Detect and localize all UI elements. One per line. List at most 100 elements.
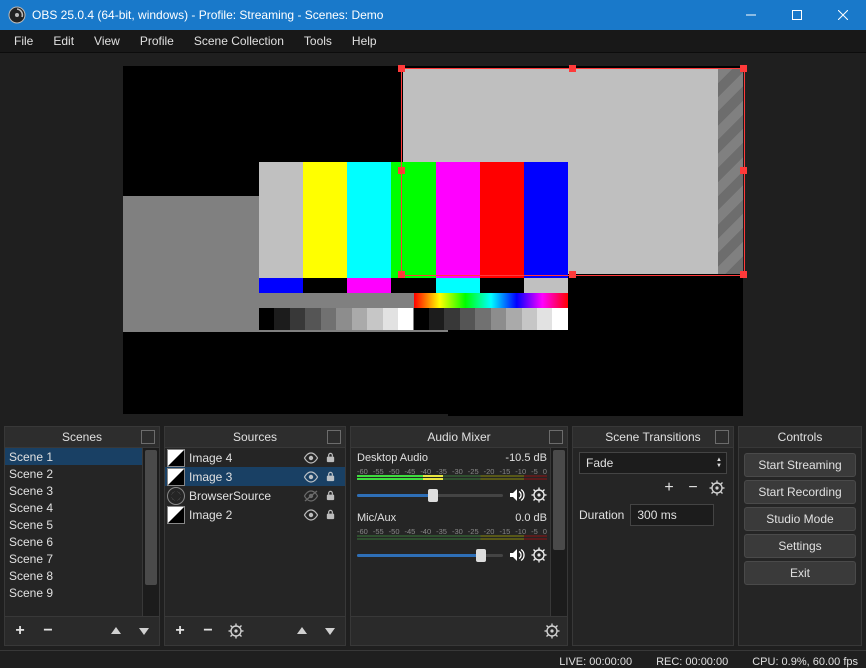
scenes-title: Scenes: [62, 430, 102, 444]
transition-duration-value: 300 ms: [637, 508, 676, 522]
menu-scene-collection[interactable]: Scene Collection: [184, 31, 294, 51]
source-visibility-toggle[interactable]: [303, 471, 321, 483]
mixer-channel: Mic/Aux 0.0 dB -60-55-50-45-40-35-30-25-…: [351, 508, 567, 568]
scene-item[interactable]: Scene 7: [5, 550, 159, 567]
source-add-button[interactable]: +: [171, 622, 189, 640]
exit-button[interactable]: Exit: [744, 561, 856, 585]
transition-add-button[interactable]: +: [659, 478, 679, 498]
transitions-body: Fade ▲▼ + − Duration 300 ms: [573, 448, 733, 645]
source-name: Image 2: [189, 508, 299, 522]
scenes-header[interactable]: Scenes: [5, 427, 159, 448]
image-icon: [167, 449, 185, 467]
menu-file[interactable]: File: [4, 31, 43, 51]
mixer-title: Audio Mixer: [427, 430, 490, 444]
scene-item[interactable]: Scene 3: [5, 482, 159, 499]
source-name: BrowserSource: [189, 489, 299, 503]
popout-icon[interactable]: [549, 430, 563, 444]
sources-toolbar: + −: [165, 616, 345, 645]
source-move-up-button[interactable]: [293, 622, 311, 640]
source-lock-toggle[interactable]: [325, 509, 343, 520]
source-visibility-toggle[interactable]: [303, 452, 321, 464]
scenes-toolbar: + −: [5, 616, 159, 645]
transition-select[interactable]: Fade ▲▼: [579, 452, 727, 474]
source-move-down-button[interactable]: [321, 622, 339, 640]
source-name: Image 4: [189, 451, 299, 465]
channel-settings-button[interactable]: [531, 547, 547, 563]
panels: Scenes Scene 1Scene 2Scene 3Scene 4Scene…: [0, 426, 866, 650]
mixer-settings-button[interactable]: [543, 622, 561, 640]
scene-item[interactable]: Scene 2: [5, 465, 159, 482]
studio-mode-button[interactable]: Studio Mode: [744, 507, 856, 531]
mute-button[interactable]: [509, 488, 525, 502]
mixer-toolbar: [351, 616, 567, 645]
controls-body: Start Streaming Start Recording Studio M…: [739, 448, 861, 645]
controls-header[interactable]: Controls: [739, 427, 861, 448]
scene-item[interactable]: Scene 1: [5, 448, 159, 465]
controls-panel: Controls Start Streaming Start Recording…: [738, 426, 862, 646]
scene-add-button[interactable]: +: [11, 622, 29, 640]
sources-header[interactable]: Sources: [165, 427, 345, 448]
controls-title: Controls: [778, 430, 823, 444]
source-lock-toggle[interactable]: [325, 471, 343, 482]
preview-canvas[interactable]: [123, 66, 743, 414]
source-item[interactable]: Image 4: [165, 448, 345, 467]
close-button[interactable]: [820, 0, 866, 30]
transitions-title: Scene Transitions: [605, 430, 700, 444]
start-streaming-button[interactable]: Start Streaming: [744, 453, 856, 477]
browser-icon: [167, 487, 185, 505]
popout-icon[interactable]: [715, 430, 729, 444]
source-visibility-toggle[interactable]: [303, 490, 321, 502]
sources-panel: Sources Image 4Image 3BrowserSourceImage…: [164, 426, 346, 646]
channel-settings-button[interactable]: [531, 487, 547, 503]
menu-view[interactable]: View: [84, 31, 130, 51]
start-recording-button[interactable]: Start Recording: [744, 480, 856, 504]
scrollbar-track[interactable]: [550, 448, 567, 616]
settings-button[interactable]: Settings: [744, 534, 856, 558]
source-lock-toggle[interactable]: [325, 452, 343, 463]
statusbar: LIVE: 00:00:00 REC: 00:00:00 CPU: 0.9%, …: [0, 650, 866, 668]
transition-remove-button[interactable]: −: [683, 478, 703, 498]
mixer-fader[interactable]: [357, 554, 503, 557]
scrollbar-thumb[interactable]: [553, 450, 565, 550]
scene-item[interactable]: Scene 5: [5, 516, 159, 533]
source-visibility-toggle[interactable]: [303, 509, 321, 521]
scene-item[interactable]: Scene 4: [5, 499, 159, 516]
menu-profile[interactable]: Profile: [130, 31, 184, 51]
scene-move-down-button[interactable]: [135, 622, 153, 640]
sources-list[interactable]: Image 4 Image 3 BrowserSource Image 2: [165, 448, 345, 616]
mixer-channel: Desktop Audio -10.5 dB -60-55-50-45-40-3…: [351, 448, 567, 508]
scene-item[interactable]: Scene 9: [5, 584, 159, 601]
chevron-updown-icon: ▲▼: [716, 457, 722, 469]
scene-move-up-button[interactable]: [107, 622, 125, 640]
popout-icon[interactable]: [327, 430, 341, 444]
popout-icon[interactable]: [141, 430, 155, 444]
mute-button[interactable]: [509, 548, 525, 562]
transition-properties-button[interactable]: [707, 478, 727, 498]
menu-help[interactable]: Help: [342, 31, 387, 51]
source-remove-button[interactable]: −: [199, 622, 217, 640]
minimize-button[interactable]: [728, 0, 774, 30]
maximize-button[interactable]: [774, 0, 820, 30]
scene-remove-button[interactable]: −: [39, 622, 57, 640]
scrollbar-track[interactable]: [142, 448, 159, 616]
transition-duration-input[interactable]: 300 ms: [630, 504, 714, 526]
scenes-list[interactable]: Scene 1Scene 2Scene 3Scene 4Scene 5Scene…: [5, 448, 159, 616]
mixer-header[interactable]: Audio Mixer: [351, 427, 567, 448]
scrollbar-thumb[interactable]: [145, 450, 157, 585]
mixer-fader[interactable]: [357, 494, 503, 497]
source-item[interactable]: Image 2: [165, 505, 345, 524]
source-lock-toggle[interactable]: [325, 490, 343, 501]
window-controls: [728, 0, 866, 30]
mixer-panel: Audio Mixer Desktop Audio -10.5 dB -60-5…: [350, 426, 568, 646]
source-properties-button[interactable]: [227, 622, 245, 640]
status-cpu: CPU: 0.9%, 60.00 fps: [752, 656, 858, 668]
transitions-header[interactable]: Scene Transitions: [573, 427, 733, 448]
scene-item[interactable]: Scene 6: [5, 533, 159, 550]
source-item[interactable]: BrowserSource: [165, 486, 345, 505]
preview-area[interactable]: [0, 53, 866, 426]
menu-tools[interactable]: Tools: [294, 31, 342, 51]
menubar: File Edit View Profile Scene Collection …: [0, 30, 866, 53]
scene-item[interactable]: Scene 8: [5, 567, 159, 584]
menu-edit[interactable]: Edit: [43, 31, 84, 51]
source-item[interactable]: Image 3: [165, 467, 345, 486]
